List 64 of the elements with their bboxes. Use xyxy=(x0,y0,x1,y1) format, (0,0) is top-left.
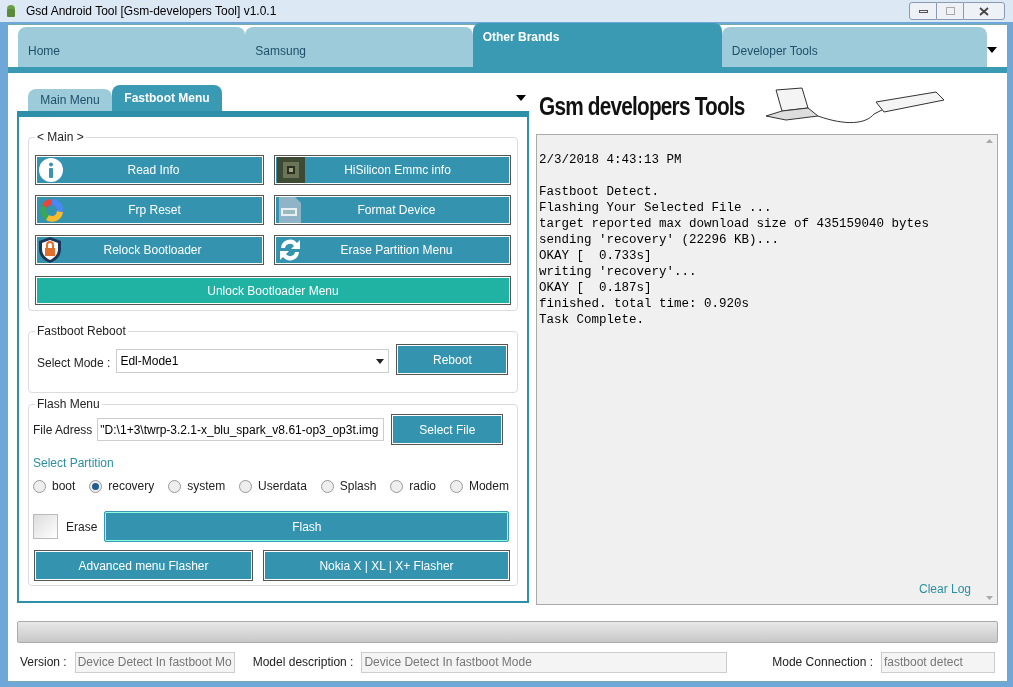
partition-radio[interactable]: boot xyxy=(33,477,76,495)
status-label: Model description : xyxy=(252,654,354,671)
close-button[interactable] xyxy=(963,2,1005,20)
sub-tab[interactable]: Fastboot Menu xyxy=(112,85,222,111)
action-button[interactable]: Read Info xyxy=(35,155,264,185)
flasher-button[interactable]: Nokia X | XL | X+ Flasher xyxy=(263,550,510,581)
dropdown-arrow-icon[interactable] xyxy=(516,95,526,101)
select-mode-label: Select Mode : xyxy=(37,355,111,372)
reboot-button[interactable]: Reboot xyxy=(396,344,509,375)
info-icon xyxy=(38,157,64,183)
log-line: Fastboot Detect. xyxy=(539,184,660,200)
log-line: finished. total time: 0.920s xyxy=(539,296,750,312)
log-line: Task Complete. xyxy=(539,312,645,328)
log-line: 2/3/2018 4:43:13 PM xyxy=(539,152,682,168)
partition-radio[interactable]: Modem xyxy=(449,477,509,495)
clear-log-link[interactable]: Clear Log xyxy=(918,580,971,598)
partition-radio[interactable]: system xyxy=(168,477,226,495)
log-line: Flashing Your Selected File ... xyxy=(539,200,772,216)
status-field: fastboot detect xyxy=(881,651,995,673)
partition-radio[interactable]: Userdata xyxy=(239,477,307,495)
action-button[interactable]: Frp Reset xyxy=(35,195,264,225)
status-label: Version : xyxy=(20,654,67,671)
document-icon xyxy=(277,196,303,224)
partition-radio[interactable]: Splash xyxy=(320,477,377,495)
main-tab[interactable]: Home xyxy=(18,27,246,67)
log-line: writing 'recovery'... xyxy=(539,264,697,280)
status-field: Device Detect In fastboot Mo xyxy=(74,651,235,673)
dropdown-arrow-icon xyxy=(376,358,385,364)
log-line: OKAY [ 0.187s] xyxy=(539,280,652,296)
select-partition-label: Select Partition xyxy=(33,455,114,472)
flash-button[interactable]: Flash xyxy=(104,511,510,542)
android-icon xyxy=(6,4,16,18)
close-icon xyxy=(979,6,989,16)
main-tab[interactable]: Developer Tools xyxy=(721,27,988,67)
unlock-bootloader-button[interactable]: Unlock Bootloader Menu xyxy=(35,276,511,305)
file-address-label: File Adress xyxy=(33,421,93,439)
partition-radio[interactable]: radio xyxy=(390,477,436,495)
partition-radio[interactable]: recovery xyxy=(89,477,155,495)
erase-label: Erase xyxy=(66,518,98,536)
status-field: Device Detect In fastboot Mode xyxy=(361,651,728,673)
chip-icon xyxy=(277,157,305,183)
brand-title: Gsm developers Tools xyxy=(539,89,745,123)
action-button[interactable]: Relock Bootloader xyxy=(35,235,264,265)
mode-select[interactable]: Edl-Mode1 xyxy=(116,349,390,373)
ring-icon xyxy=(38,196,66,224)
window-title: Gsd Android Tool [Gsm-developers Tool] v1.0.1 xyxy=(26,3,277,20)
main-tab[interactable]: Other Brands xyxy=(472,23,722,67)
file-path-field[interactable]: "D:\1+3\twrp-3.2.1-x_blu_spark_v8.61-op3_op3t.img xyxy=(97,418,385,441)
refresh-icon xyxy=(277,237,303,263)
minimize-button[interactable] xyxy=(909,2,937,20)
log-line: OKAY [ 0.733s] xyxy=(539,248,652,264)
action-button[interactable]: Erase Partition Menu xyxy=(274,235,511,265)
shield-lock-icon xyxy=(38,236,62,264)
main-tab[interactable]: Samsung xyxy=(245,27,473,67)
flasher-button[interactable]: Advanced menu Flasher xyxy=(34,550,253,581)
action-button[interactable]: Format Device xyxy=(274,195,511,225)
dropdown-arrow-icon[interactable] xyxy=(987,47,997,53)
log-line: target reported max download size of 435159040 bytes xyxy=(539,216,930,232)
select-file-button[interactable]: Select File xyxy=(391,414,504,445)
sub-tab[interactable]: Main Menu xyxy=(28,89,112,111)
log-line: sending 'recovery' (22296 KB)... xyxy=(539,232,780,248)
erase-checkbox[interactable] xyxy=(33,514,58,539)
action-button[interactable]: HiSilicon Emmc info xyxy=(274,155,511,185)
status-label: Mode Connection : xyxy=(772,654,873,671)
